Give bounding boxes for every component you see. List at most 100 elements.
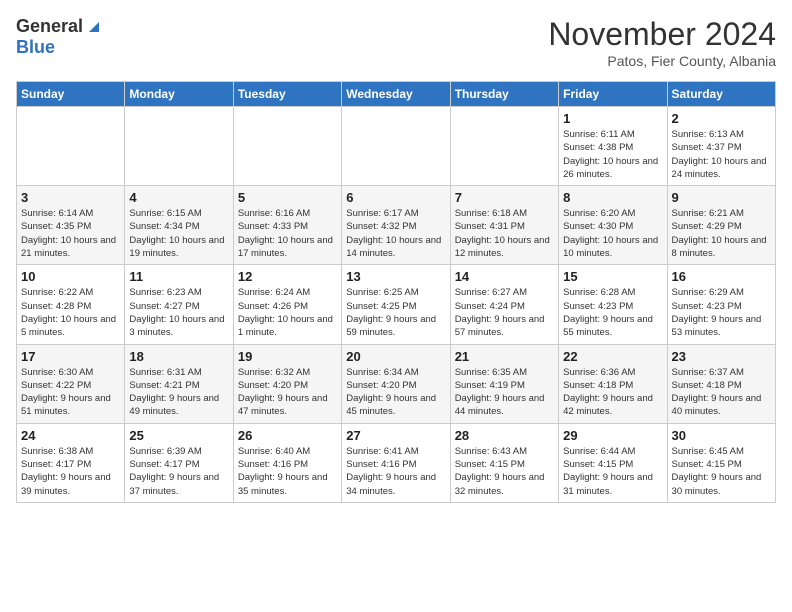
day-number: 18 <box>129 349 228 364</box>
logo: General Blue <box>16 16 103 58</box>
month-title: November 2024 <box>548 16 776 53</box>
day-number: 29 <box>563 428 662 443</box>
day-number: 1 <box>563 111 662 126</box>
week-row-4: 24Sunrise: 6:38 AM Sunset: 4:17 PM Dayli… <box>17 423 776 502</box>
calendar-header-row: SundayMondayTuesdayWednesdayThursdayFrid… <box>17 82 776 107</box>
day-info: Sunrise: 6:37 AM Sunset: 4:18 PM Dayligh… <box>672 366 771 419</box>
day-cell: 12 Sunrise: 6:24 AM Sunset: 4:26 PM Dayli… <box>233 265 341 344</box>
day-number: 8 <box>563 190 662 205</box>
header-friday: Friday <box>559 82 667 107</box>
day-info: Sunrise: 6:27 AM Sunset: 4:24 PM Dayligh… <box>455 286 554 339</box>
day-cell: 14 Sunrise: 6:27 AM Sunset: 4:24 PM Dayli… <box>450 265 558 344</box>
day-info: Sunrise: 6:13 AM Sunset: 4:37 PM Dayligh… <box>672 128 771 181</box>
title-area: November 2024 Patos, Fier County, Albani… <box>548 16 776 69</box>
day-cell: 3 Sunrise: 6:14 AM Sunset: 4:35 PM Daylig… <box>17 186 125 265</box>
day-info: Sunrise: 6:29 AM Sunset: 4:23 PM Dayligh… <box>672 286 771 339</box>
day-info: Sunrise: 6:31 AM Sunset: 4:21 PM Dayligh… <box>129 366 228 419</box>
week-row-1: 3 Sunrise: 6:14 AM Sunset: 4:35 PM Daylig… <box>17 186 776 265</box>
logo-icon <box>85 18 103 36</box>
day-number: 23 <box>672 349 771 364</box>
header-wednesday: Wednesday <box>342 82 450 107</box>
day-info: Sunrise: 6:21 AM Sunset: 4:29 PM Dayligh… <box>672 207 771 260</box>
day-number: 16 <box>672 269 771 284</box>
day-cell: 11 Sunrise: 6:23 AM Sunset: 4:27 PM Dayli… <box>125 265 233 344</box>
header: General Blue November 2024 Patos, Fier C… <box>16 16 776 69</box>
day-number: 12 <box>238 269 337 284</box>
day-number: 3 <box>21 190 120 205</box>
day-info: Sunrise: 6:20 AM Sunset: 4:30 PM Dayligh… <box>563 207 662 260</box>
day-info: Sunrise: 6:30 AM Sunset: 4:22 PM Dayligh… <box>21 366 120 419</box>
day-cell: 26Sunrise: 6:40 AM Sunset: 4:16 PM Dayli… <box>233 423 341 502</box>
day-info: Sunrise: 6:16 AM Sunset: 4:33 PM Dayligh… <box>238 207 337 260</box>
day-cell: 1 Sunrise: 6:11 AM Sunset: 4:38 PM Daylig… <box>559 107 667 186</box>
day-info: Sunrise: 6:23 AM Sunset: 4:27 PM Dayligh… <box>129 286 228 339</box>
day-cell: 20Sunrise: 6:34 AM Sunset: 4:20 PM Dayli… <box>342 344 450 423</box>
day-number: 4 <box>129 190 228 205</box>
header-saturday: Saturday <box>667 82 775 107</box>
header-thursday: Thursday <box>450 82 558 107</box>
day-number: 21 <box>455 349 554 364</box>
header-sunday: Sunday <box>17 82 125 107</box>
day-info: Sunrise: 6:43 AM Sunset: 4:15 PM Dayligh… <box>455 445 554 498</box>
day-info: Sunrise: 6:14 AM Sunset: 4:35 PM Dayligh… <box>21 207 120 260</box>
day-info: Sunrise: 6:39 AM Sunset: 4:17 PM Dayligh… <box>129 445 228 498</box>
day-number: 11 <box>129 269 228 284</box>
day-cell: 2Sunrise: 6:13 AM Sunset: 4:37 PM Daylig… <box>667 107 775 186</box>
day-cell: 17Sunrise: 6:30 AM Sunset: 4:22 PM Dayli… <box>17 344 125 423</box>
day-cell: 13 Sunrise: 6:25 AM Sunset: 4:25 PM Dayli… <box>342 265 450 344</box>
day-number: 30 <box>672 428 771 443</box>
day-number: 25 <box>129 428 228 443</box>
day-cell: 5Sunrise: 6:16 AM Sunset: 4:33 PM Daylig… <box>233 186 341 265</box>
day-number: 22 <box>563 349 662 364</box>
day-cell <box>450 107 558 186</box>
day-cell: 4Sunrise: 6:15 AM Sunset: 4:34 PM Daylig… <box>125 186 233 265</box>
week-row-2: 10 Sunrise: 6:22 AM Sunset: 4:28 PM Dayli… <box>17 265 776 344</box>
day-info: Sunrise: 6:45 AM Sunset: 4:15 PM Dayligh… <box>672 445 771 498</box>
week-row-3: 17Sunrise: 6:30 AM Sunset: 4:22 PM Dayli… <box>17 344 776 423</box>
day-cell <box>17 107 125 186</box>
day-number: 15 <box>563 269 662 284</box>
day-cell <box>125 107 233 186</box>
day-number: 9 <box>672 190 771 205</box>
day-info: Sunrise: 6:11 AM Sunset: 4:38 PM Dayligh… <box>563 128 662 181</box>
day-cell: 30 Sunrise: 6:45 AM Sunset: 4:15 PM Dayli… <box>667 423 775 502</box>
day-info: Sunrise: 6:18 AM Sunset: 4:31 PM Dayligh… <box>455 207 554 260</box>
day-cell: 27Sunrise: 6:41 AM Sunset: 4:16 PM Dayli… <box>342 423 450 502</box>
day-cell: 25 Sunrise: 6:39 AM Sunset: 4:17 PM Dayli… <box>125 423 233 502</box>
day-info: Sunrise: 6:24 AM Sunset: 4:26 PM Dayligh… <box>238 286 337 339</box>
day-cell <box>342 107 450 186</box>
calendar: SundayMondayTuesdayWednesdayThursdayFrid… <box>16 81 776 503</box>
day-cell: 10 Sunrise: 6:22 AM Sunset: 4:28 PM Dayli… <box>17 265 125 344</box>
logo-general-text: General <box>16 16 83 37</box>
day-info: Sunrise: 6:25 AM Sunset: 4:25 PM Dayligh… <box>346 286 445 339</box>
header-tuesday: Tuesday <box>233 82 341 107</box>
day-number: 19 <box>238 349 337 364</box>
day-cell: 21 Sunrise: 6:35 AM Sunset: 4:19 PM Dayli… <box>450 344 558 423</box>
day-info: Sunrise: 6:34 AM Sunset: 4:20 PM Dayligh… <box>346 366 445 419</box>
day-info: Sunrise: 6:28 AM Sunset: 4:23 PM Dayligh… <box>563 286 662 339</box>
day-cell <box>233 107 341 186</box>
day-number: 28 <box>455 428 554 443</box>
day-cell: 8 Sunrise: 6:20 AM Sunset: 4:30 PM Daylig… <box>559 186 667 265</box>
day-number: 13 <box>346 269 445 284</box>
day-number: 24 <box>21 428 120 443</box>
header-monday: Monday <box>125 82 233 107</box>
day-info: Sunrise: 6:22 AM Sunset: 4:28 PM Dayligh… <box>21 286 120 339</box>
day-cell: 28 Sunrise: 6:43 AM Sunset: 4:15 PM Dayli… <box>450 423 558 502</box>
day-number: 14 <box>455 269 554 284</box>
day-cell: 23 Sunrise: 6:37 AM Sunset: 4:18 PM Dayli… <box>667 344 775 423</box>
day-number: 7 <box>455 190 554 205</box>
day-cell: 18 Sunrise: 6:31 AM Sunset: 4:21 PM Dayli… <box>125 344 233 423</box>
day-info: Sunrise: 6:44 AM Sunset: 4:15 PM Dayligh… <box>563 445 662 498</box>
day-number: 27 <box>346 428 445 443</box>
day-info: Sunrise: 6:35 AM Sunset: 4:19 PM Dayligh… <box>455 366 554 419</box>
day-cell: 16 Sunrise: 6:29 AM Sunset: 4:23 PM Dayli… <box>667 265 775 344</box>
day-cell: 7 Sunrise: 6:18 AM Sunset: 4:31 PM Daylig… <box>450 186 558 265</box>
day-number: 26 <box>238 428 337 443</box>
day-info: Sunrise: 6:17 AM Sunset: 4:32 PM Dayligh… <box>346 207 445 260</box>
location-title: Patos, Fier County, Albania <box>548 53 776 69</box>
day-cell: 19Sunrise: 6:32 AM Sunset: 4:20 PM Dayli… <box>233 344 341 423</box>
day-cell: 22Sunrise: 6:36 AM Sunset: 4:18 PM Dayli… <box>559 344 667 423</box>
day-number: 10 <box>21 269 120 284</box>
logo-blue-text: Blue <box>16 37 55 57</box>
